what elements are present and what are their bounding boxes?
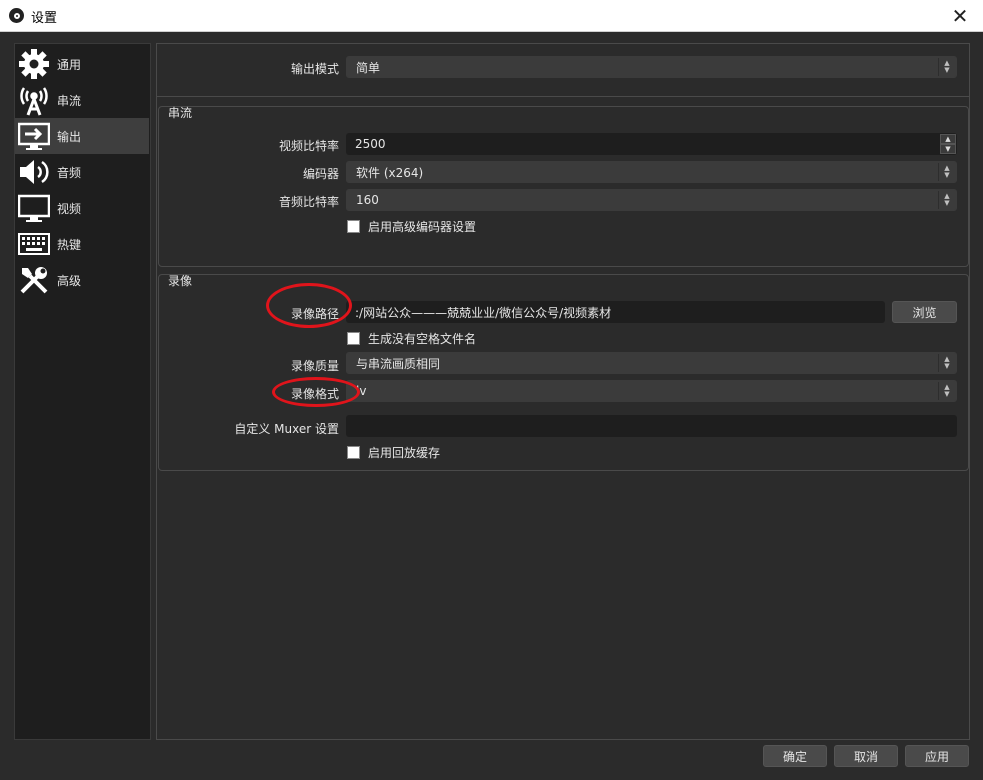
sidebar-item-general[interactable]: 通用: [15, 46, 149, 82]
recording-format-value: lv: [356, 384, 367, 398]
video-bitrate-spinner[interactable]: ▲ ▼: [940, 134, 956, 154]
antenna-icon: [17, 83, 51, 117]
no-space-filename-label: 生成没有空格文件名: [368, 332, 477, 346]
encoder-label: 编码器: [302, 167, 339, 181]
output-monitor-icon: [17, 119, 51, 153]
combo-arrows-icon: ▲ ▼: [938, 58, 955, 76]
encoder-select[interactable]: 软件 (x264) ▲ ▼: [346, 161, 957, 183]
settings-sidebar: 通用 串流 输出 音频 视频 热键 高级: [14, 43, 151, 740]
recording-path-value: :/网站公众———兢兢业业/微信公众号/视频素材: [355, 305, 612, 320]
combo-arrows-icon: ▲ ▼: [938, 382, 955, 400]
audio-bitrate-value: 160: [356, 193, 379, 207]
obs-logo-icon: [9, 8, 24, 23]
streaming-group: [158, 106, 969, 267]
sidebar-item-label: 输出: [57, 129, 82, 144]
window-title: 设置: [31, 11, 58, 26]
sidebar-item-video[interactable]: 视频: [15, 190, 149, 226]
sidebar-item-output[interactable]: 输出: [15, 118, 149, 154]
recording-path-input[interactable]: :/网站公众———兢兢业业/微信公众号/视频素材: [346, 301, 885, 323]
speaker-icon: [17, 155, 51, 189]
custom-muxer-input[interactable]: [346, 415, 957, 437]
advanced-encoder-checkbox[interactable]: 启用高级编码器设置: [347, 218, 476, 235]
advanced-encoder-label: 启用高级编码器设置: [368, 220, 477, 234]
recording-format-label: 录像格式: [290, 387, 339, 401]
apply-button[interactable]: 应用: [905, 745, 969, 767]
divider: [157, 96, 969, 97]
tools-icon: [17, 263, 51, 297]
sidebar-item-audio[interactable]: 音频: [15, 154, 149, 190]
sidebar-item-label: 高级: [57, 273, 82, 288]
audio-bitrate-select[interactable]: 160 ▲ ▼: [346, 189, 957, 211]
sidebar-item-hotkeys[interactable]: 热键: [15, 226, 149, 262]
streaming-group-title: 串流: [168, 106, 193, 120]
output-settings-panel: 输出模式 简单 ▲ ▼ 串流 视频比特率 2500 ▲ ▼ 编码器 软件 (x264…: [156, 43, 970, 740]
combo-arrows-icon: ▲ ▼: [938, 354, 955, 372]
video-bitrate-value: 2500: [355, 137, 386, 151]
combo-arrows-icon: ▲ ▼: [938, 163, 955, 181]
browse-button[interactable]: 浏览: [892, 301, 957, 323]
output-mode-label: 输出模式: [290, 62, 339, 76]
video-bitrate-label: 视频比特率: [278, 139, 339, 153]
replay-buffer-label: 启用回放缓存: [368, 446, 441, 460]
recording-quality-value: 与串流画质相同: [356, 356, 441, 371]
no-space-filename-checkbox[interactable]: 生成没有空格文件名: [347, 330, 476, 347]
combo-arrows-icon: ▲ ▼: [938, 191, 955, 209]
sidebar-item-label: 音频: [57, 165, 82, 180]
sidebar-item-stream[interactable]: 串流: [15, 82, 149, 118]
checkbox-box[interactable]: [347, 332, 360, 345]
keyboard-icon: [17, 227, 51, 261]
audio-bitrate-label: 音频比特率: [278, 195, 339, 209]
sidebar-item-advanced[interactable]: 高级: [15, 262, 149, 298]
recording-path-label: 录像路径: [290, 307, 339, 321]
custom-muxer-label: 自定义 Muxer 设置: [234, 422, 339, 436]
sidebar-item-label: 热键: [57, 237, 82, 252]
recording-format-select[interactable]: lv ▲ ▼: [346, 380, 957, 402]
sidebar-item-label: 视频: [57, 201, 82, 216]
cancel-button[interactable]: 取消: [834, 745, 898, 767]
ok-button[interactable]: 确定: [763, 745, 827, 767]
recording-group-title: 录像: [168, 274, 193, 288]
output-mode-value: 简单: [356, 60, 381, 75]
recording-quality-select[interactable]: 与串流画质相同 ▲ ▼: [346, 352, 957, 374]
replay-buffer-checkbox[interactable]: 启用回放缓存: [347, 444, 440, 461]
output-mode-select[interactable]: 简单 ▲ ▼: [346, 56, 957, 78]
checkbox-box[interactable]: [347, 220, 360, 233]
video-bitrate-input[interactable]: 2500 ▲ ▼: [346, 133, 957, 155]
title-bar: 设置 ✕: [0, 0, 983, 32]
gear-icon: [17, 47, 51, 81]
sidebar-item-label: 通用: [57, 57, 82, 72]
monitor-icon: [17, 191, 51, 225]
sidebar-item-label: 串流: [57, 93, 82, 108]
checkbox-box[interactable]: [347, 446, 360, 459]
close-button[interactable]: ✕: [937, 0, 983, 31]
recording-quality-label: 录像质量: [290, 359, 339, 373]
encoder-value: 软件 (x264): [356, 165, 424, 180]
